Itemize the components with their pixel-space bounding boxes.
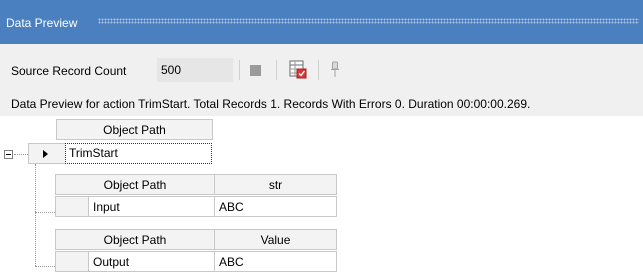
input-header-object-path[interactable]: Object Path bbox=[55, 174, 215, 195]
stop-icon bbox=[250, 65, 261, 76]
input-row-value[interactable]: ABC bbox=[214, 196, 337, 217]
output-header-value[interactable]: Value bbox=[214, 229, 337, 250]
tree-line bbox=[35, 164, 36, 266]
tree-line bbox=[35, 266, 55, 267]
root-header-object-path[interactable]: Object Path bbox=[56, 119, 213, 140]
tree-line bbox=[35, 212, 55, 213]
grid-check-button[interactable] bbox=[287, 59, 309, 81]
panel-title: Data Preview bbox=[6, 16, 78, 30]
stop-button[interactable] bbox=[246, 61, 264, 79]
output-row-selector[interactable] bbox=[55, 251, 89, 272]
toolbar-separator bbox=[239, 60, 240, 80]
toolbar: Source Record Count bbox=[0, 44, 643, 92]
pin-icon bbox=[331, 61, 339, 77]
panel-title-bar[interactable]: Data Preview bbox=[0, 0, 643, 44]
source-record-count-label: Source Record Count bbox=[11, 64, 127, 78]
pin-button[interactable] bbox=[328, 59, 342, 81]
current-row-arrow-icon bbox=[43, 150, 48, 158]
title-bar-grip bbox=[98, 18, 639, 24]
status-bar: Data Preview for action TrimStart. Total… bbox=[0, 92, 643, 116]
collapse-icon[interactable] bbox=[4, 150, 13, 159]
grid-check-icon bbox=[289, 60, 307, 79]
root-row-selector[interactable] bbox=[28, 143, 65, 164]
input-header-value[interactable]: str bbox=[214, 174, 337, 195]
status-message: Data Preview for action TrimStart. Total… bbox=[11, 97, 531, 111]
toolbar-separator bbox=[318, 60, 319, 80]
tree-line bbox=[14, 154, 28, 155]
data-preview-tree[interactable]: Object Path TrimStart Object Path str In… bbox=[0, 116, 643, 279]
source-record-count-input[interactable] bbox=[157, 58, 233, 82]
toolbar-separator bbox=[276, 60, 277, 80]
output-row-path[interactable]: Output bbox=[88, 251, 215, 272]
output-header-object-path[interactable]: Object Path bbox=[55, 229, 215, 250]
output-row-value[interactable]: ABC bbox=[214, 251, 337, 272]
root-row-trimstart[interactable]: TrimStart bbox=[65, 143, 212, 164]
input-row-path[interactable]: Input bbox=[88, 196, 215, 217]
input-row-selector[interactable] bbox=[55, 196, 89, 217]
